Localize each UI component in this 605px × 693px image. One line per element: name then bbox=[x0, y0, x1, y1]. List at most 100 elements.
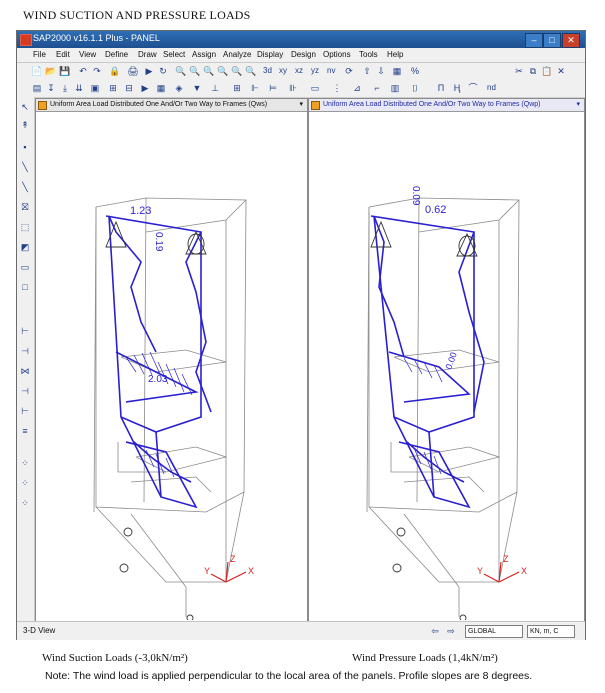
draw-joint-icon[interactable]: ▪ bbox=[19, 141, 31, 153]
snap-intersect-icon[interactable]: ⁘ bbox=[19, 497, 31, 509]
zoom-out-icon[interactable]: 🔍 bbox=[231, 65, 243, 77]
cut-icon[interactable]: ✂ bbox=[513, 65, 525, 77]
show-mode-icon[interactable]: ▶ bbox=[139, 82, 151, 94]
units-select[interactable]: KN, m, C bbox=[527, 625, 575, 638]
viewport-left-close-icon[interactable] bbox=[38, 101, 47, 110]
draw-bent-icon[interactable]: Ⱨ bbox=[451, 82, 463, 94]
viewport-left-dropdown-icon[interactable]: ▾ bbox=[299, 99, 303, 111]
menu-analyze[interactable]: Analyze bbox=[223, 50, 251, 59]
menu-display[interactable]: Display bbox=[257, 50, 283, 59]
quick-frame-icon[interactable]: ╲ bbox=[19, 181, 31, 193]
section-cut-icon[interactable]: ⊩ bbox=[249, 82, 261, 94]
menu-tools[interactable]: Tools bbox=[359, 50, 378, 59]
draw-frame-tool-icon[interactable]: ╲ bbox=[19, 161, 31, 173]
zoom-full-icon[interactable]: 🔍 bbox=[189, 65, 201, 77]
zoom-window-icon[interactable]: 🔍 bbox=[175, 65, 187, 77]
member-icon[interactable]: ⊪ bbox=[287, 82, 299, 94]
snap-icon[interactable]: ⊿ bbox=[351, 82, 363, 94]
menu-view[interactable]: View bbox=[79, 50, 96, 59]
nd-dropdown[interactable]: nd bbox=[487, 83, 496, 92]
menu-edit[interactable]: Edit bbox=[56, 50, 70, 59]
draw-link-icon[interactable]: ⬚ bbox=[19, 221, 31, 233]
viewport-left[interactable]: Uniform Area Load Distributed One And/Or… bbox=[35, 98, 308, 622]
draw-poly-area-icon[interactable]: ◩ bbox=[19, 241, 31, 253]
viewport-right-close-icon[interactable] bbox=[311, 101, 320, 110]
copy-icon[interactable]: ⧉ bbox=[527, 65, 539, 77]
pointer-icon[interactable]: ↖ bbox=[19, 101, 31, 113]
align-icon[interactable]: ⊨ bbox=[267, 82, 279, 94]
paste-icon[interactable]: 📋 bbox=[541, 65, 553, 77]
redo-icon[interactable]: ↷ bbox=[91, 65, 103, 77]
maximize-button[interactable]: □ bbox=[543, 33, 561, 48]
joint-icon[interactable]: ◈ bbox=[173, 82, 185, 94]
print-icon[interactable]: 🖨 bbox=[127, 65, 139, 77]
draw-section-icon[interactable]: Π bbox=[435, 82, 447, 94]
perspective-icon[interactable]: ⟳ bbox=[343, 65, 355, 77]
frame-sections-icon[interactable]: ▦ bbox=[155, 82, 167, 94]
viewport-right-header[interactable]: Uniform Area Load Distributed One And/Or… bbox=[309, 99, 584, 112]
snap-grid-icon[interactable]: ⁘ bbox=[19, 477, 31, 489]
menu-design[interactable]: Design bbox=[291, 50, 316, 59]
draw-brace-icon[interactable]: ⛝ bbox=[19, 201, 31, 213]
open-file-icon[interactable]: 📂 bbox=[45, 65, 57, 77]
menu-select[interactable]: Select bbox=[163, 50, 185, 59]
save-icon[interactable]: 💾 bbox=[59, 65, 71, 77]
show-loads-icon[interactable]: ↧ bbox=[45, 82, 57, 94]
draw-cable-icon[interactable]: ⌒ bbox=[467, 82, 479, 94]
view-yz-button[interactable]: yz bbox=[311, 66, 319, 75]
show-plot-icon[interactable]: ⊞ bbox=[107, 82, 119, 94]
view-3d-button[interactable]: 3d bbox=[263, 66, 272, 75]
assign-icon[interactable]: ⊥ bbox=[209, 82, 221, 94]
coord-system-select[interactable]: GLOBAL bbox=[465, 625, 523, 638]
draw-area-icon[interactable]: ▥ bbox=[389, 82, 401, 94]
zoom-previous-icon[interactable]: 🔍 bbox=[203, 65, 215, 77]
viewport-right-dropdown-icon[interactable]: ▾ bbox=[576, 99, 580, 111]
show-deformed-icon[interactable]: ⤓ bbox=[59, 82, 71, 94]
menu-help[interactable]: Help bbox=[387, 50, 403, 59]
view-nv-button[interactable]: nv bbox=[327, 66, 335, 75]
grid-icon[interactable]: ▦ bbox=[391, 65, 403, 77]
menu-assign[interactable]: Assign bbox=[192, 50, 216, 59]
parallel-select-icon[interactable]: ⊢ bbox=[19, 405, 31, 417]
grid-lines-icon[interactable]: ⋮ bbox=[331, 82, 343, 94]
menu-define[interactable]: Define bbox=[105, 50, 128, 59]
show-forces-icon[interactable]: ⇊ bbox=[73, 82, 85, 94]
restraint-icon[interactable]: ▼ bbox=[191, 82, 203, 94]
draw-frame-icon[interactable]: ⌐ bbox=[371, 82, 383, 94]
pan-icon[interactable]: 🔍 bbox=[245, 65, 257, 77]
clear-selection-icon[interactable]: ⋈ bbox=[19, 365, 31, 377]
previous-select-icon[interactable]: ⊣ bbox=[19, 345, 31, 357]
viewport-left-header[interactable]: Uniform Area Load Distributed One And/Or… bbox=[36, 99, 307, 112]
refresh-icon[interactable]: ↻ bbox=[157, 65, 169, 77]
run-analysis-icon[interactable]: ▶ bbox=[143, 65, 155, 77]
intersecting-line-icon[interactable]: ⊣ bbox=[19, 385, 31, 397]
snap-ends-icon[interactable]: ⁘ bbox=[19, 457, 31, 469]
new-file-icon[interactable]: 📄 bbox=[31, 65, 43, 77]
show-undeformed-icon[interactable]: ▤ bbox=[31, 82, 43, 94]
close-button[interactable]: ✕ bbox=[562, 33, 580, 48]
percent-icon[interactable]: % bbox=[409, 65, 421, 77]
show-tables-icon[interactable]: ⊟ bbox=[123, 82, 135, 94]
viewport-right[interactable]: Uniform Area Load Distributed One And/Or… bbox=[308, 98, 585, 622]
lock-icon[interactable]: 🔒 bbox=[109, 65, 121, 77]
group-icon[interactable]: ⊞ bbox=[231, 82, 243, 94]
quick-area-icon[interactable]: □ bbox=[19, 281, 31, 293]
view-xy-button[interactable]: xy bbox=[279, 66, 287, 75]
show-shell-forces-icon[interactable]: ▣ bbox=[89, 82, 101, 94]
menu-draw[interactable]: Draw bbox=[138, 50, 157, 59]
delete-icon[interactable]: ✕ bbox=[555, 65, 567, 77]
menu-file[interactable]: File bbox=[33, 50, 46, 59]
select-all-icon[interactable]: ⊢ bbox=[19, 325, 31, 337]
undo-icon[interactable]: ↶ bbox=[77, 65, 89, 77]
down-arrow-icon[interactable]: ⇩ bbox=[375, 65, 387, 77]
zoom-in-icon[interactable]: 🔍 bbox=[217, 65, 229, 77]
reshape-icon[interactable]: ↟ bbox=[19, 119, 31, 131]
menu-options[interactable]: Options bbox=[323, 50, 351, 59]
minimize-button[interactable]: – bbox=[525, 33, 543, 48]
area-icon[interactable]: ▭ bbox=[309, 82, 321, 94]
draw-rect-area-icon[interactable]: ▭ bbox=[19, 261, 31, 273]
snap-points-icon[interactable]: ≡ bbox=[19, 425, 31, 437]
status-right-arrow-icon[interactable]: ⇨ bbox=[445, 625, 457, 637]
up-arrow-icon[interactable]: ⇧ bbox=[361, 65, 373, 77]
draw-poly-icon[interactable]: ⌷ bbox=[409, 82, 421, 94]
